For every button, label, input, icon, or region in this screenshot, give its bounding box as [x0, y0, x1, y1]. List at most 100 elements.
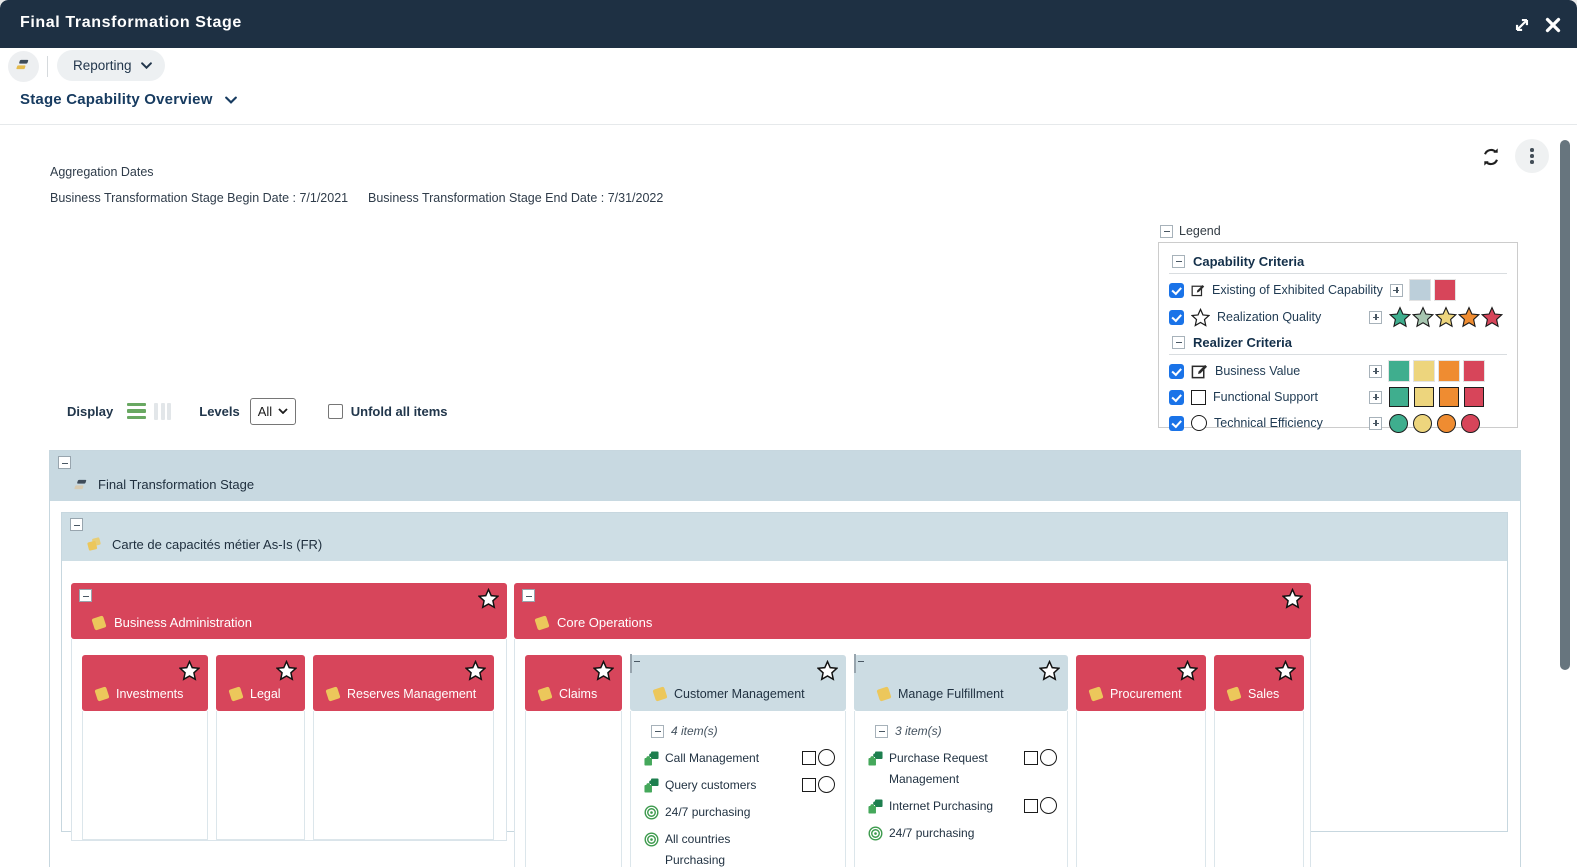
functional-support-indicator[interactable] — [802, 778, 816, 792]
unfold-checkbox[interactable] — [328, 404, 343, 419]
legend-checkbox[interactable] — [1169, 416, 1184, 431]
card-header[interactable]: Customer Management — [630, 655, 846, 711]
card-header[interactable]: Reserves Management — [313, 655, 494, 711]
expand-icon[interactable] — [1390, 284, 1403, 297]
technical-efficiency-indicator[interactable] — [818, 749, 835, 766]
list-item[interactable]: All countries Purchasing — [644, 829, 835, 867]
group-label: Core Operations — [557, 615, 652, 630]
view-selector[interactable]: Stage Capability Overview — [20, 91, 237, 108]
collapse-icon[interactable] — [651, 725, 664, 738]
chip-red — [1461, 414, 1480, 433]
collapse-icon[interactable] — [58, 456, 71, 469]
star-chip-palegreen — [1412, 306, 1434, 328]
close-icon[interactable] — [1542, 14, 1564, 36]
reporting-label: Reporting — [73, 58, 132, 73]
expand-icon[interactable] — [1369, 417, 1382, 430]
legend-label: Existing of Exhibited Capability — [1212, 283, 1383, 297]
favorite-star-icon[interactable] — [1039, 660, 1060, 681]
list-item[interactable]: Query customers — [644, 775, 835, 796]
expand-icon[interactable] — [1369, 391, 1382, 404]
edit-icon — [1191, 363, 1208, 380]
item-indicators — [1024, 748, 1057, 766]
reporting-dropdown[interactable]: Reporting — [57, 50, 165, 81]
expand-icon[interactable] — [1369, 311, 1382, 324]
collapse-icon[interactable] — [854, 654, 856, 673]
collapse-icon[interactable] — [1160, 225, 1173, 238]
favorite-star-icon[interactable] — [179, 660, 200, 681]
card-label-row: Reserves Management — [327, 687, 476, 701]
list-view-icon[interactable] — [127, 403, 146, 420]
favorite-star-icon[interactable] — [478, 588, 499, 609]
technical-efficiency-indicator[interactable] — [818, 776, 835, 793]
favorite-star-icon[interactable] — [465, 660, 486, 681]
group-business-administration: Business Administration Investments — [71, 583, 507, 841]
map-root-band[interactable]: Final Transformation Stage — [50, 451, 1520, 501]
legend-checkbox[interactable] — [1169, 390, 1184, 405]
items-count: 4 item(s) — [671, 724, 718, 738]
legend-checkbox[interactable] — [1169, 364, 1184, 379]
collapse-icon[interactable] — [1172, 255, 1185, 268]
legend-checkbox[interactable] — [1169, 310, 1184, 325]
submap-band[interactable]: Carte de capacités métier As-Is (FR) — [62, 513, 1507, 561]
card-header[interactable]: Investments — [82, 655, 208, 711]
technical-efficiency-indicator[interactable] — [1040, 749, 1057, 766]
list-item[interactable]: 24/7 purchasing — [868, 823, 1057, 844]
list-item[interactable]: 24/7 purchasing — [644, 802, 835, 823]
technical-efficiency-indicator[interactable] — [1040, 797, 1057, 814]
legend-rule — [1169, 354, 1507, 355]
capability-icon — [1226, 686, 1241, 701]
submap-label: Carte de capacités métier As-Is (FR) — [112, 537, 322, 552]
map-root-label: Final Transformation Stage — [98, 477, 254, 492]
collapse-icon[interactable] — [630, 654, 632, 673]
application-icon — [868, 751, 883, 766]
legend-label: Realization Quality — [1217, 310, 1362, 324]
window-title: Final Transformation Stage — [20, 14, 242, 32]
list-item[interactable]: Internet Purchasing — [868, 796, 1057, 817]
collapse-icon[interactable] — [1172, 336, 1185, 349]
list-item[interactable]: Call Management — [644, 748, 835, 769]
favorite-star-icon[interactable] — [593, 660, 614, 681]
group-header[interactable]: Core Operations — [514, 583, 1311, 639]
favorite-star-icon[interactable] — [817, 660, 838, 681]
legend-section-capability: Capability Criteria — [1172, 250, 1507, 272]
chip-lightblue — [1410, 280, 1430, 300]
expand-icon[interactable] — [1511, 14, 1533, 36]
favorite-star-icon[interactable] — [276, 660, 297, 681]
card-header[interactable]: Procurement — [1076, 655, 1206, 711]
card-label: Investments — [116, 687, 183, 701]
collapse-icon[interactable] — [79, 589, 92, 602]
card-header[interactable]: Manage Fulfillment — [854, 655, 1068, 711]
legend-row-technical-efficiency: Technical Efficiency — [1169, 410, 1507, 436]
card-header[interactable]: Legal — [216, 655, 305, 711]
chip-green — [1389, 387, 1409, 407]
chip-red — [1464, 361, 1484, 381]
favorite-star-icon[interactable] — [1177, 660, 1198, 681]
functional-support-indicator[interactable] — [1024, 751, 1038, 765]
favorite-star-icon[interactable] — [1275, 660, 1296, 681]
functional-support-indicator[interactable] — [1024, 799, 1038, 813]
legend-rule — [1169, 273, 1507, 274]
group-header[interactable]: Business Administration — [71, 583, 507, 639]
levels-select[interactable]: All — [250, 398, 296, 425]
card-header[interactable]: Sales — [1214, 655, 1304, 711]
vertical-scrollbar[interactable] — [1560, 140, 1570, 670]
list-item[interactable]: Purchase Request Management — [868, 748, 1057, 790]
chevron-down-icon — [278, 408, 288, 414]
map-root-label-row: Final Transformation Stage — [74, 477, 254, 492]
submap-container: Carte de capacités métier As-Is (FR) Bus… — [61, 512, 1508, 832]
more-options-button[interactable] — [1515, 139, 1549, 173]
stage-home-button[interactable] — [8, 51, 39, 82]
card-header[interactable]: Claims — [525, 655, 622, 711]
expand-icon[interactable] — [1369, 365, 1382, 378]
functional-support-indicator[interactable] — [802, 751, 816, 765]
column-view-icon[interactable] — [154, 403, 171, 420]
favorite-star-icon[interactable] — [1282, 588, 1303, 609]
refresh-icon[interactable] — [1480, 146, 1502, 168]
item-indicators — [1024, 796, 1057, 814]
collapse-icon[interactable] — [875, 725, 888, 738]
collapse-icon[interactable] — [522, 589, 535, 602]
collapse-icon[interactable] — [70, 518, 83, 531]
legend-checkbox[interactable] — [1169, 283, 1184, 298]
item-list: 3 item(s) Purchase Request Management — [855, 711, 1067, 844]
group-body: Claims Cus — [514, 639, 1311, 867]
